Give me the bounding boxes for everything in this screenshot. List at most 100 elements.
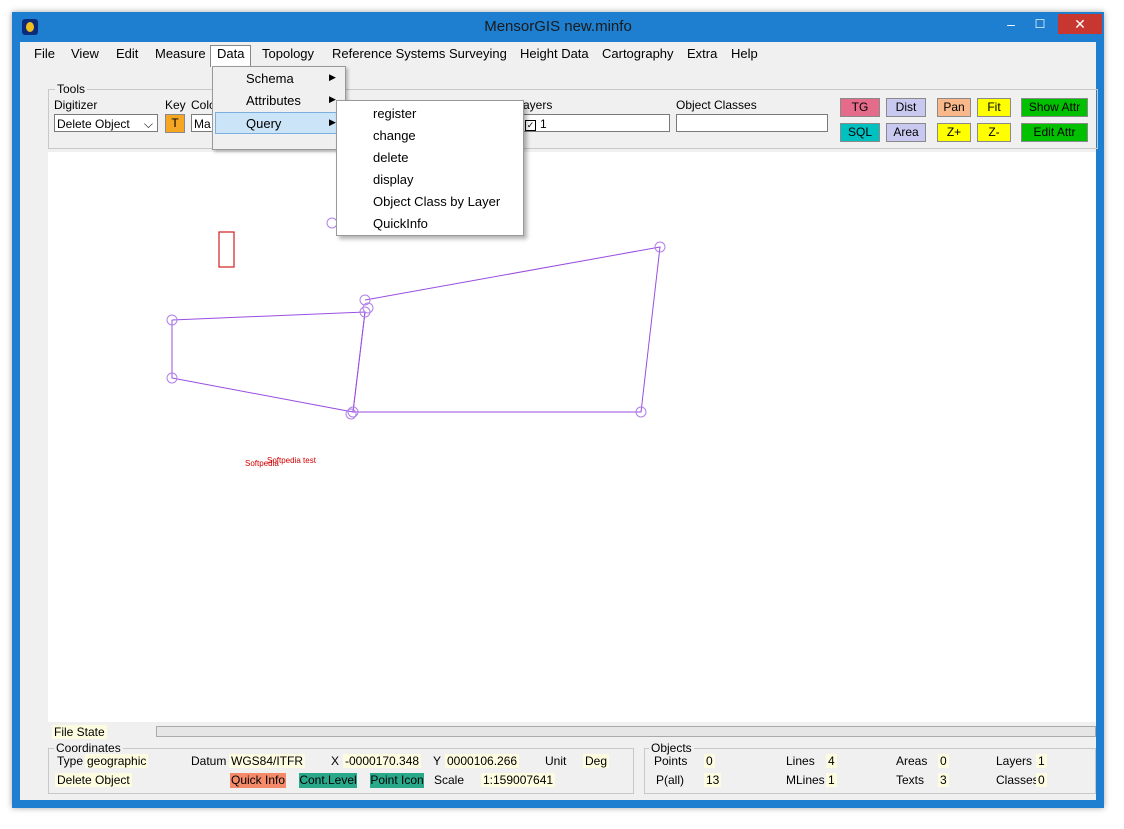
type-value: geographic [85,754,149,768]
key-label: Key [165,98,186,112]
layers-value: 1 [540,117,547,131]
map-drawing [166,217,666,420]
submenu-arrow-icon: ▶ [329,72,336,82]
dist-button[interactable]: Dist [886,98,926,117]
data-menu-attributes[interactable]: Attributes [246,93,301,108]
area-button[interactable]: Area [886,123,926,142]
vertex-markers [166,217,666,420]
menu-help[interactable]: Help [731,46,758,61]
pan-button[interactable]: Pan [937,98,971,117]
sql-button[interactable]: SQL [840,123,880,142]
data-menu-schema[interactable]: Schema [246,71,294,86]
y-label: Y [433,754,442,768]
unit-label: Unit [545,754,567,768]
unit-value: Deg [583,754,610,768]
query-quickinfo[interactable]: QuickInfo [373,216,428,231]
chevron-down-icon: ⌵ [143,117,153,131]
submenu-arrow-icon: ▶ [329,117,336,127]
title-bar[interactable]: MensorGIS new.minfo – ☐ ✕ [12,12,1104,42]
tools-group-label: Tools [55,82,88,96]
window-title: MensorGIS new.minfo [484,18,632,35]
key-button[interactable]: T [165,114,185,133]
digitizer-select[interactable]: Delete Object ⌵ [54,114,158,132]
selection-rectangle [218,231,235,268]
menu-height-data[interactable]: Height Data [520,46,589,61]
menu-cartography[interactable]: Cartography [602,46,674,61]
close-button[interactable]: ✕ [1058,14,1102,34]
vertex-marker[interactable] [345,408,357,420]
file-state-progress [156,726,1096,737]
polygon-right[interactable] [352,246,661,413]
menu-data[interactable]: Data [210,45,252,67]
file-state-label: File State [52,725,107,739]
layers-select[interactable]: ✓ 1 [516,114,670,132]
query-submenu: register change delete display Object Cl… [336,100,524,236]
menu-file[interactable]: File [34,46,55,61]
zoom-in-button[interactable]: Z+ [937,123,971,142]
tg-button[interactable]: TG [840,98,880,117]
zoom-out-button[interactable]: Z- [977,123,1011,142]
pall-label: P(all) [656,773,685,787]
client-area: File View Edit Measure Data Topology Ref… [20,42,1098,800]
classes-value: 0 [1036,773,1047,787]
menu-edit[interactable]: Edit [116,46,138,61]
texts-label: Texts [896,773,925,787]
map-canvas[interactable]: Softpedia Softpedia test [48,152,1096,722]
fit-button[interactable]: Fit [977,98,1011,117]
menu-reference-systems[interactable]: Reference Systems [332,46,445,61]
query-register[interactable]: register [373,106,416,121]
points-value: 0 [704,754,715,768]
maximize-button[interactable]: ☐ [1029,14,1051,34]
object-classes-select[interactable] [676,114,828,132]
main-window: MensorGIS new.minfo – ☐ ✕ File View Edit… [12,12,1104,808]
datum-value: WGS84/ITFR [229,754,306,768]
digitizer-label: Digitizer [54,98,98,112]
menu-view[interactable]: View [71,46,99,61]
data-menu-dropdown: Schema ▶ Attributes ▶ Query ▶ [212,66,346,150]
mlines-label: MLines [786,773,825,787]
lines-value: 4 [826,754,837,768]
edit-attr-button[interactable]: Edit Attr [1021,123,1088,142]
data-menu-query[interactable]: Query ▶ [215,112,341,134]
layers-label: ayers [523,98,553,112]
menu-extra[interactable]: Extra [687,46,717,61]
query-delete[interactable]: delete [373,150,408,165]
scale-label: Scale [434,773,465,787]
polygon-left[interactable] [171,311,366,413]
datum-label: Datum [191,754,227,768]
data-menu-query-label: Query [246,116,282,131]
pall-value: 13 [704,773,722,787]
x-value: -0000170.348 [343,754,422,768]
cont-level-button[interactable]: Cont.Level [299,773,357,788]
point-icon-button[interactable]: Point Icon [370,773,424,788]
y-value: 0000106.266 [445,754,520,768]
minimize-button[interactable]: – [1000,14,1022,34]
type-label: Type [57,754,84,768]
map-text-label[interactable]: Softpedia test [267,456,316,465]
query-object-class-by-layer[interactable]: Object Class by Layer [373,194,500,209]
layers-count-label: Layers [996,754,1033,768]
coordinates-group-label: Coordinates [54,741,123,755]
query-display[interactable]: display [373,172,413,187]
layer-checkbox[interactable]: ✓ [525,120,536,131]
color-select[interactable]: Ma [191,114,213,132]
menu-surveying[interactable]: Surveying [449,46,507,61]
x-label: X [331,754,340,768]
menu-measure[interactable]: Measure [155,46,206,61]
mode-value: Delete Object [55,773,132,787]
points-label: Points [654,754,688,768]
areas-value: 0 [938,754,949,768]
texts-value: 3 [938,773,949,787]
query-change[interactable]: change [373,128,416,143]
scale-value: 1:159007641 [481,773,556,787]
layers-count-value: 1 [1036,754,1047,768]
objects-group-label: Objects [649,741,694,755]
object-classes-label: Object Classes [676,98,757,112]
menu-bar: File View Edit Measure Data Topology Ref… [20,42,1096,67]
mlines-value: 1 [826,773,837,787]
lines-label: Lines [786,754,815,768]
menu-topology[interactable]: Topology [262,46,314,61]
show-attr-button[interactable]: Show Attr [1021,98,1088,117]
quick-info-button[interactable]: Quick Info [230,773,286,788]
classes-label: Classes [996,773,1039,787]
